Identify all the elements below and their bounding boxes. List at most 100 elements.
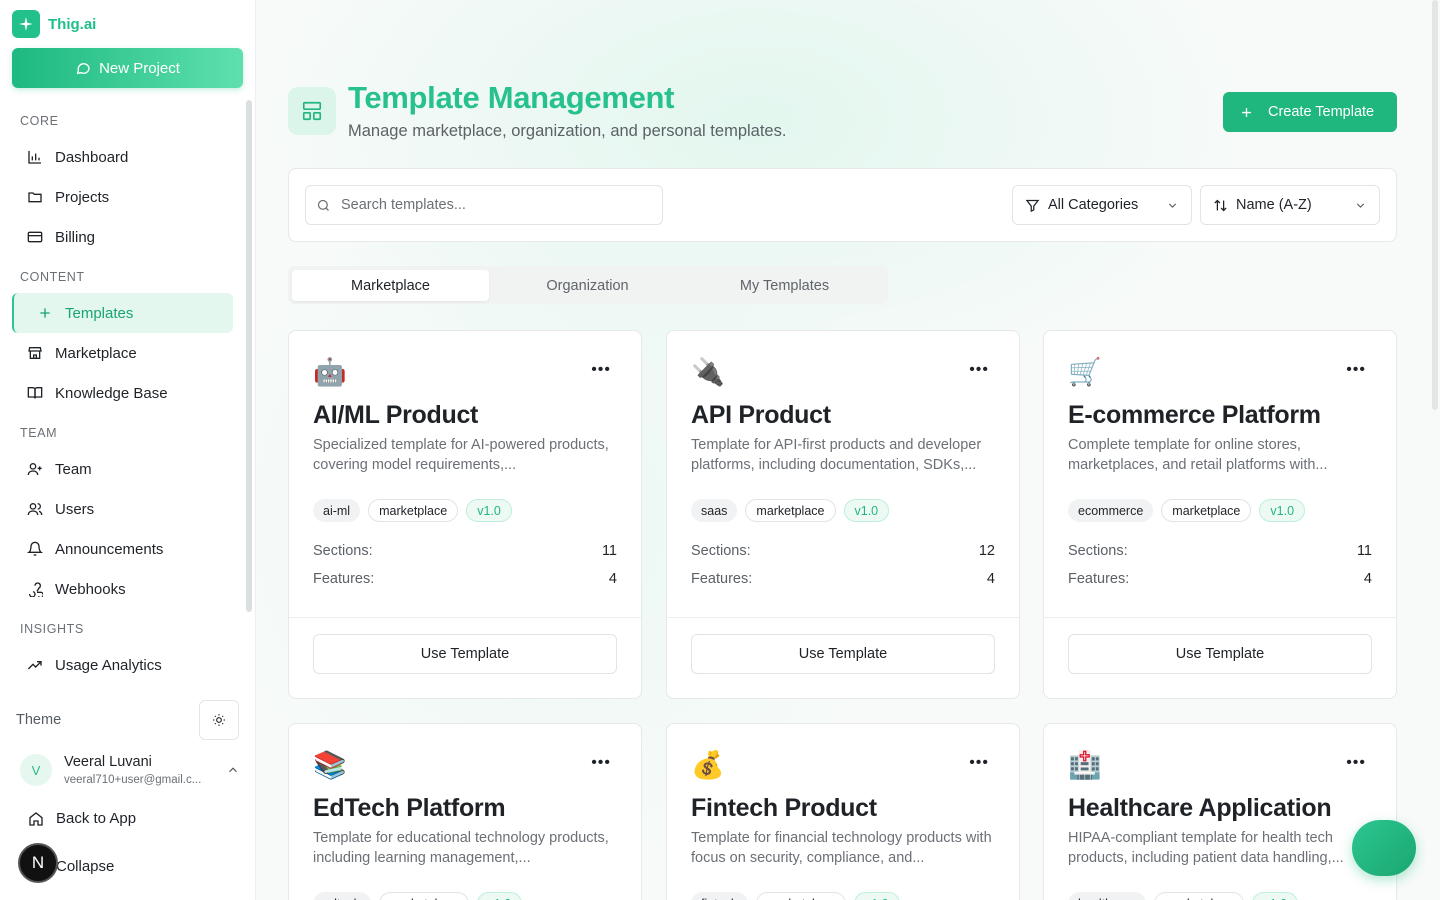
features-label: Features: bbox=[691, 571, 753, 587]
sidebar-item-billing[interactable]: Billing bbox=[12, 217, 233, 257]
category-tag: healthcare bbox=[1068, 892, 1147, 900]
page-title: Template Management bbox=[348, 80, 675, 115]
version-tag: v1.0 bbox=[476, 892, 523, 900]
store-icon bbox=[28, 347, 42, 359]
tab-my-templates[interactable]: My Templates bbox=[686, 270, 883, 301]
card-description: Template for API-first products and deve… bbox=[691, 437, 982, 473]
more-horizontal-icon[interactable]: ••• bbox=[969, 361, 989, 379]
sections-value: 11 bbox=[1356, 543, 1372, 559]
template-card-fintech[interactable]: 💰 ••• Fintech Product Template for finan… bbox=[666, 723, 1020, 900]
version-tag: v1.0 bbox=[1252, 892, 1299, 900]
sidebar-item-projects[interactable]: Projects bbox=[12, 177, 233, 217]
main-scrollbar[interactable] bbox=[1432, 0, 1438, 410]
version-tag: v1.0 bbox=[843, 499, 890, 522]
sidebar: Thig.ai New Project CORE Dashboard Proje… bbox=[0, 0, 256, 900]
source-tag: marketplace bbox=[755, 892, 846, 900]
card-tags: saas marketplace v1.0 bbox=[691, 499, 890, 522]
chevron-up-icon[interactable] bbox=[226, 763, 240, 777]
user-menu[interactable]: V Veeral Luvani veeral710+user@gmail.c..… bbox=[20, 750, 240, 790]
template-card-ai-ml[interactable]: 🤖 ••• AI/ML Product Specialized template… bbox=[288, 330, 642, 699]
money-bag-icon: 💰 bbox=[691, 750, 725, 780]
search-input[interactable] bbox=[341, 197, 641, 213]
features-value: 4 bbox=[608, 571, 617, 587]
floating-action-button[interactable] bbox=[1352, 820, 1416, 876]
more-horizontal-icon[interactable]: ••• bbox=[969, 754, 989, 772]
card-description: Complete template for online stores, mar… bbox=[1068, 437, 1328, 473]
back-to-app-label: Back to App bbox=[56, 810, 137, 827]
section-label-content: CONTENT bbox=[20, 270, 85, 284]
card-description: Template for educational technology prod… bbox=[313, 830, 609, 866]
sidebar-item-announcements[interactable]: Announcements bbox=[12, 529, 233, 569]
card-title: EdTech Platform bbox=[313, 794, 506, 822]
sidebar-item-templates[interactable]: Templates bbox=[12, 293, 233, 333]
sections-stat: Sections: 12 bbox=[691, 543, 995, 559]
webhook-icon bbox=[29, 582, 43, 597]
create-template-button[interactable]: Create Template bbox=[1223, 92, 1397, 132]
user-email: veeral710+user@gmail.c... bbox=[64, 774, 202, 786]
new-project-button[interactable]: New Project bbox=[12, 48, 243, 88]
sidebar-item-label: Usage Analytics bbox=[55, 656, 162, 674]
more-horizontal-icon[interactable]: ••• bbox=[1346, 754, 1366, 772]
avatar: V bbox=[20, 754, 52, 786]
bar-chart-icon bbox=[28, 151, 41, 164]
tab-organization[interactable]: Organization bbox=[489, 270, 686, 301]
n-badge[interactable]: N bbox=[18, 843, 58, 883]
template-card-api[interactable]: 🔌 ••• API Product Template for API-first… bbox=[666, 330, 1020, 699]
features-stat: Features: 4 bbox=[691, 571, 995, 587]
back-to-app-link[interactable]: Back to App bbox=[28, 810, 136, 827]
sidebar-item-team[interactable]: Team bbox=[12, 449, 233, 489]
sidebar-item-label: Webhooks bbox=[55, 580, 126, 598]
sections-label: Sections: bbox=[313, 543, 373, 559]
sidebar-item-usage-analytics[interactable]: Usage Analytics bbox=[12, 645, 233, 685]
section-label-core: CORE bbox=[20, 114, 59, 128]
category-tag: saas bbox=[691, 499, 738, 522]
theme-toggle-button[interactable] bbox=[199, 700, 239, 740]
folder-icon bbox=[28, 192, 42, 203]
sidebar-item-users[interactable]: Users bbox=[12, 489, 233, 529]
sidebar-item-webhooks[interactable]: Webhooks bbox=[12, 569, 233, 609]
template-tabs: Marketplace Organization My Templates bbox=[288, 266, 888, 304]
sections-value: 12 bbox=[978, 543, 995, 559]
category-select[interactable]: All Categories bbox=[1012, 185, 1192, 225]
card-title: Fintech Product bbox=[691, 794, 877, 822]
hospital-icon: 🏥 bbox=[1068, 750, 1102, 780]
sections-stat: Sections: 11 bbox=[313, 543, 617, 559]
search-box[interactable] bbox=[305, 185, 663, 225]
sidebar-item-dashboard[interactable]: Dashboard bbox=[12, 137, 233, 177]
more-horizontal-icon[interactable]: ••• bbox=[591, 361, 611, 379]
sidebar-item-label: Users bbox=[55, 500, 95, 518]
sort-select[interactable]: Name (A-Z) bbox=[1200, 185, 1380, 225]
template-card-healthcare[interactable]: 🏥 ••• Healthcare Application HIPAA-compl… bbox=[1043, 723, 1397, 900]
new-project-label: New Project bbox=[99, 59, 180, 77]
use-template-button[interactable]: Use Template bbox=[691, 634, 995, 674]
card-divider bbox=[1044, 617, 1396, 618]
sidebar-item-label: Projects bbox=[55, 188, 110, 206]
more-horizontal-icon[interactable]: ••• bbox=[1346, 361, 1366, 379]
card-tags: fintech marketplace v1.0 bbox=[691, 892, 900, 900]
card-description: HIPAA-compliant template for health tech… bbox=[1068, 830, 1344, 866]
chevron-down-icon bbox=[1168, 202, 1177, 208]
sidebar-item-label: Team bbox=[55, 460, 92, 478]
template-card-edtech[interactable]: 📚 ••• EdTech Platform Template for educa… bbox=[288, 723, 642, 900]
sort-value: Name (A-Z) bbox=[1236, 197, 1312, 213]
credit-card-icon bbox=[27, 231, 43, 243]
plus-icon bbox=[1242, 107, 1251, 117]
user-name: Veeral Luvani bbox=[64, 754, 152, 770]
more-horizontal-icon[interactable]: ••• bbox=[591, 754, 611, 772]
use-template-button[interactable]: Use Template bbox=[313, 634, 617, 674]
sidebar-item-label: Templates bbox=[65, 304, 134, 322]
card-tags: ai-ml marketplace v1.0 bbox=[313, 499, 512, 522]
use-template-button[interactable]: Use Template bbox=[1068, 634, 1372, 674]
home-icon bbox=[29, 811, 43, 826]
tab-marketplace[interactable]: Marketplace bbox=[292, 270, 489, 301]
sections-value: 11 bbox=[601, 543, 617, 559]
category-tag: fintech bbox=[691, 892, 748, 900]
card-title: API Product bbox=[691, 401, 831, 429]
sidebar-item-marketplace[interactable]: Marketplace bbox=[12, 333, 233, 373]
plus-icon bbox=[40, 308, 50, 318]
template-card-ecommerce[interactable]: 🛒 ••• E-commerce Platform Complete templ… bbox=[1043, 330, 1397, 699]
sidebar-scrollbar[interactable] bbox=[246, 100, 252, 612]
sidebar-item-knowledge-base[interactable]: Knowledge Base bbox=[12, 373, 233, 413]
theme-label: Theme bbox=[16, 712, 62, 728]
brand[interactable]: Thig.ai bbox=[12, 10, 96, 38]
